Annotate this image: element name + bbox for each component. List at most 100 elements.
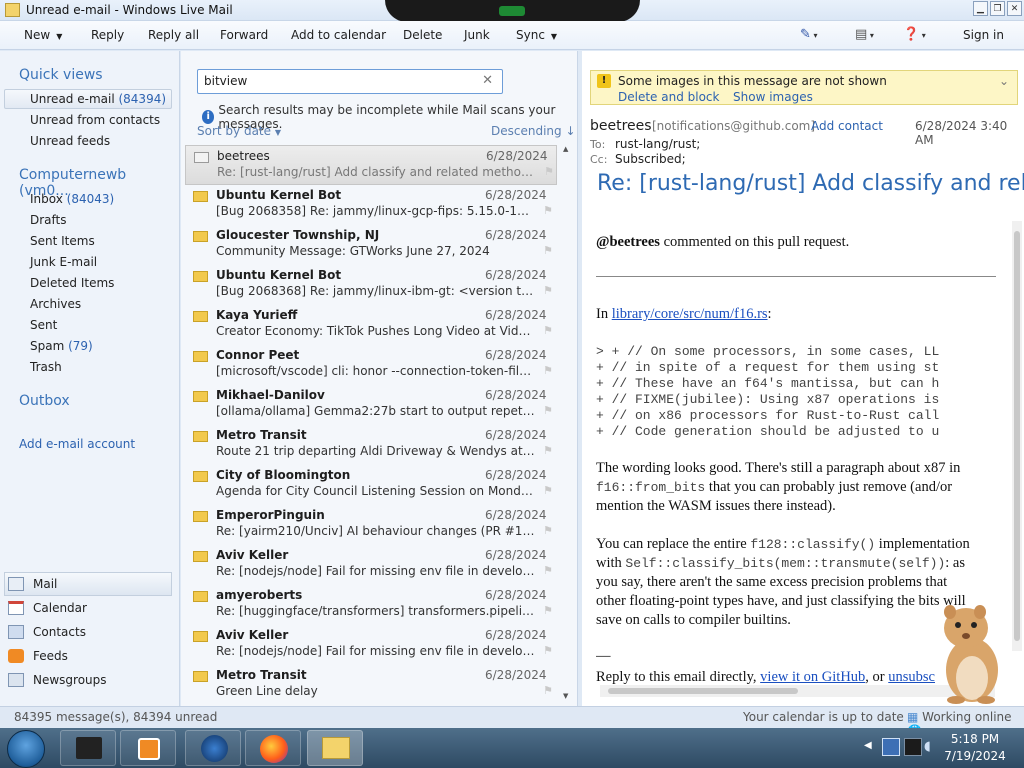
maximize-button[interactable]: ❐ bbox=[990, 1, 1005, 16]
folder-archives[interactable]: Archives bbox=[30, 297, 81, 311]
close-button[interactable]: ✕ bbox=[1007, 1, 1022, 16]
folder-sent[interactable]: Sent bbox=[30, 318, 57, 332]
system-clock[interactable]: 5:18 PM 7/19/2024 bbox=[940, 731, 1010, 765]
message-row[interactable]: EmperorPinguin 6/28/2024 Re: [yairm210/Unc… bbox=[185, 505, 557, 545]
nav-newsgroups[interactable]: Newsgroups bbox=[8, 673, 107, 687]
flag-icon[interactable]: ⚑ bbox=[543, 644, 553, 657]
nav-contacts[interactable]: Contacts bbox=[8, 625, 86, 639]
scroll-thumb[interactable] bbox=[608, 688, 798, 694]
minimize-button[interactable]: ▁ bbox=[973, 1, 988, 16]
file-link[interactable]: library/core/src/num/f16.rs bbox=[612, 306, 768, 322]
pen-icon[interactable]: ✎ ▾ bbox=[800, 27, 817, 42]
unsubscribe-link[interactable]: unsubsc bbox=[888, 669, 935, 685]
flag-icon[interactable]: ⚑ bbox=[543, 564, 553, 577]
taskbar-windows-live-mail[interactable] bbox=[307, 730, 363, 766]
flag-icon[interactable]: ⚑ bbox=[543, 684, 553, 697]
code-line: + // FIXME(jubilee): Using x87 operation… bbox=[596, 392, 940, 407]
new-button[interactable]: New ▼ bbox=[24, 28, 62, 42]
taskbar-app-2[interactable] bbox=[120, 730, 176, 766]
volume-icon[interactable]: ◖ bbox=[924, 739, 931, 754]
folder-unread-feeds[interactable]: Unread feeds bbox=[30, 134, 110, 148]
message-row[interactable]: Kaya Yurieff 6/28/2024 Creator Economy: Ti… bbox=[185, 305, 557, 345]
message-row[interactable]: Mikhael-Danilov 6/28/2024 [ollama/ollama] … bbox=[185, 385, 557, 425]
tray-arrow-icon[interactable]: ◀ bbox=[864, 740, 872, 751]
folder-deleted-items[interactable]: Deleted Items bbox=[30, 276, 114, 290]
add-contact-link[interactable]: Add contact bbox=[811, 119, 883, 133]
taskbar-firefox[interactable] bbox=[245, 730, 301, 766]
sort-order-toggle[interactable]: Descending ↓ bbox=[491, 124, 576, 138]
taskbar-app-3[interactable] bbox=[185, 730, 241, 766]
help-icon[interactable]: ❓ ▾ bbox=[903, 27, 926, 42]
clear-search-icon[interactable]: ✕ bbox=[482, 73, 493, 88]
message-row[interactable]: City of Bloomington 6/28/2024 Agenda for C… bbox=[185, 465, 557, 505]
quick-views-header[interactable]: Quick views bbox=[19, 67, 103, 83]
flag-icon[interactable]: ⚑ bbox=[543, 364, 553, 377]
folder-unread-email[interactable]: Unread e-mail (84394) bbox=[30, 92, 166, 106]
reply-all-button[interactable]: Reply all bbox=[148, 28, 199, 42]
sign-in-button[interactable]: Sign in bbox=[963, 28, 1004, 42]
nav-mail[interactable]: Mail bbox=[8, 577, 57, 591]
folder-sent-items[interactable]: Sent Items bbox=[30, 234, 95, 248]
nav-feeds[interactable]: Feeds bbox=[8, 649, 68, 663]
folder-trash[interactable]: Trash bbox=[30, 360, 62, 374]
message-date: 6/28/2024 3:40 AM bbox=[915, 119, 1008, 147]
message-row[interactable]: Aviv Keller 6/28/2024 Re: [nodejs/node] Fa… bbox=[185, 625, 557, 665]
outbox-folder[interactable]: Outbox bbox=[19, 393, 70, 409]
flag-icon[interactable]: ⚑ bbox=[543, 444, 553, 457]
chevron-down-icon[interactable]: ⌄ bbox=[999, 74, 1009, 88]
folder-drafts[interactable]: Drafts bbox=[30, 213, 67, 227]
message-row[interactable]: Connor Peet 6/28/2024 [microsoft/vscode] c… bbox=[185, 345, 557, 385]
delete-and-block-link[interactable]: Delete and block bbox=[618, 90, 719, 104]
hamster-mascot-icon[interactable] bbox=[936, 600, 1008, 704]
reply-button[interactable]: Reply bbox=[91, 28, 124, 42]
start-button[interactable] bbox=[7, 730, 45, 768]
search-input[interactable]: bitview ✕ bbox=[197, 69, 503, 94]
forward-button[interactable]: Forward bbox=[220, 28, 268, 42]
message-row[interactable]: Gloucester Township, NJ 6/28/2024 Communit… bbox=[185, 225, 557, 265]
message-date: 6/28/2024 bbox=[485, 548, 547, 562]
flag-icon[interactable]: ⚑ bbox=[543, 604, 553, 617]
message-subject: Re: [nodejs/node] Fail for missing env f… bbox=[216, 644, 536, 658]
message-row[interactable]: amyeroberts 6/28/2024 Re: [huggingface/tra… bbox=[185, 585, 557, 625]
scroll-thumb[interactable] bbox=[1014, 231, 1020, 641]
taskbar-app-1[interactable] bbox=[60, 730, 116, 766]
folder-unread-from-contacts[interactable]: Unread from contacts bbox=[30, 113, 160, 127]
flag-icon[interactable]: ⚑ bbox=[543, 324, 553, 337]
folder-spam[interactable]: Spam (79) bbox=[30, 339, 93, 353]
sort-by-dropdown[interactable]: Sort by date ▼ bbox=[197, 124, 281, 138]
add-email-account-link[interactable]: Add e-mail account bbox=[19, 437, 135, 451]
add-to-calendar-button[interactable]: Add to calendar bbox=[291, 28, 386, 42]
message-row[interactable]: Ubuntu Kernel Bot 6/28/2024 [Bug 2068358] … bbox=[185, 185, 557, 225]
flag-icon[interactable]: ⚑ bbox=[543, 204, 553, 217]
delete-button[interactable]: Delete bbox=[403, 28, 442, 42]
message-row[interactable]: beetrees 6/28/2024 Re: [rust-lang/rust] Ad… bbox=[185, 145, 557, 185]
message-row[interactable]: Metro Transit 6/28/2024 Green Line delay ⚑ bbox=[185, 665, 557, 705]
flag-icon[interactable]: ⚑ bbox=[543, 404, 553, 417]
nav-calendar[interactable]: Calendar bbox=[8, 601, 87, 615]
paragraph-text: with bbox=[596, 555, 626, 571]
scroll-up-icon[interactable]: ▲ bbox=[563, 145, 568, 153]
flag-icon[interactable]: ⚑ bbox=[544, 165, 554, 178]
flag-icon[interactable]: ⚑ bbox=[543, 524, 553, 537]
show-images-link[interactable]: Show images bbox=[733, 90, 813, 104]
folder-inbox[interactable]: Inbox (84043) bbox=[30, 192, 114, 206]
code-line: + // in spite of a request for them usin… bbox=[596, 360, 940, 375]
device-icon[interactable] bbox=[904, 738, 922, 756]
junk-button[interactable]: Junk bbox=[464, 28, 490, 42]
flag-icon[interactable]: ⚑ bbox=[543, 484, 553, 497]
cc-label: Cc: bbox=[590, 153, 608, 166]
view-on-github-link[interactable]: view it on GitHub bbox=[760, 669, 865, 685]
paragraph-line: f16::from_bits that you can probably jus… bbox=[596, 479, 952, 496]
flag-icon[interactable]: ⚑ bbox=[543, 244, 553, 257]
message-row[interactable]: Aviv Keller 6/28/2024 Re: [nodejs/node] Fa… bbox=[185, 545, 557, 585]
network-icon[interactable] bbox=[882, 738, 900, 756]
layout-icon[interactable]: ▤ ▾ bbox=[855, 27, 874, 42]
scroll-down-icon[interactable]: ▼ bbox=[563, 692, 568, 700]
message-list-scrollbar[interactable]: ▲ ▼ bbox=[561, 145, 573, 700]
sync-button[interactable]: Sync ▼ bbox=[516, 28, 557, 42]
folder-junk-email[interactable]: Junk E-mail bbox=[30, 255, 97, 269]
message-row[interactable]: Ubuntu Kernel Bot 6/28/2024 [Bug 2068368] … bbox=[185, 265, 557, 305]
message-row[interactable]: Metro Transit 6/28/2024 Route 21 trip depa… bbox=[185, 425, 557, 465]
reading-pane-scrollbar[interactable] bbox=[1012, 221, 1022, 651]
flag-icon[interactable]: ⚑ bbox=[543, 284, 553, 297]
